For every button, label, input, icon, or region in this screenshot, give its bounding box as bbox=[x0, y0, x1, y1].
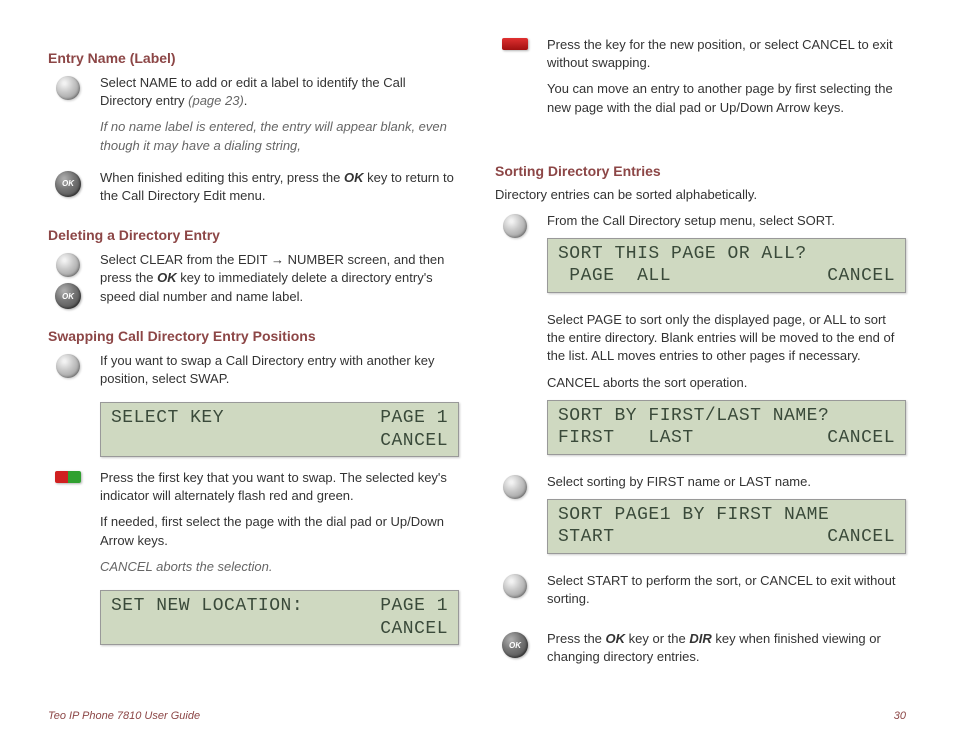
paragraph: If needed, first select the page with th… bbox=[100, 513, 459, 549]
block-ok-finish: OK Press the OK key or the DIR key when … bbox=[495, 630, 906, 674]
block-delete: OK Select CLEAR from the EDIT → NUMBER s… bbox=[48, 251, 459, 314]
lcd-select-key: SELECT KEYPAGE 1 CANCEL bbox=[100, 402, 459, 457]
paragraph: Select CLEAR from the EDIT → NUMBER scre… bbox=[100, 251, 459, 306]
ok-button-icon: OK bbox=[55, 171, 81, 197]
paragraph: When finished editing this entry, press … bbox=[100, 169, 459, 205]
paragraph: Select NAME to add or edit a label to id… bbox=[100, 74, 459, 110]
paragraph: From the Call Directory setup menu, sele… bbox=[547, 212, 906, 230]
block-sort-explain: Select PAGE to sort only the displayed p… bbox=[495, 311, 906, 467]
paragraph: Select PAGE to sort only the displayed p… bbox=[547, 311, 906, 366]
lcd-sort-start: SORT PAGE1 BY FIRST NAME STARTCANCEL bbox=[547, 499, 906, 554]
paragraph: Press the key for the new position, or s… bbox=[547, 36, 906, 72]
softkey-icon bbox=[56, 76, 80, 100]
left-column: Entry Name (Label) Select NAME to add or… bbox=[48, 36, 459, 681]
heading-sorting: Sorting Directory Entries bbox=[495, 163, 906, 179]
block-sort-by-name: Select sorting by FIRST name or LAST nam… bbox=[495, 473, 906, 566]
paragraph: Press the OK key or the DIR key when fin… bbox=[547, 630, 906, 666]
heading-swapping: Swapping Call Directory Entry Positions bbox=[48, 328, 459, 344]
block-swap: If you want to swap a Call Directory ent… bbox=[48, 352, 459, 396]
paragraph: Select START to perform the sort, or CAN… bbox=[547, 572, 906, 608]
heading-entry-name: Entry Name (Label) bbox=[48, 50, 459, 66]
note-paragraph: If no name label is entered, the entry w… bbox=[100, 118, 459, 154]
block-swap-led: Press the first key that you want to swa… bbox=[48, 469, 459, 584]
paragraph: If you want to swap a Call Directory ent… bbox=[100, 352, 459, 388]
heading-deleting: Deleting a Directory Entry bbox=[48, 227, 459, 243]
block-name-select: Select NAME to add or edit a label to id… bbox=[48, 74, 459, 163]
paragraph: CANCEL aborts the sort operation. bbox=[547, 374, 906, 392]
block-new-position: Press the key for the new position, or s… bbox=[495, 36, 906, 125]
block-start-sort: Select START to perform the sort, or CAN… bbox=[495, 572, 906, 616]
softkey-icon bbox=[56, 253, 80, 277]
paragraph: Directory entries can be sorted alphabet… bbox=[495, 187, 906, 202]
led-red-icon bbox=[502, 38, 528, 50]
softkey-icon bbox=[503, 214, 527, 238]
footer-page-number: 30 bbox=[894, 710, 906, 722]
paragraph: You can move an entry to another page by… bbox=[547, 80, 906, 116]
led-redgreen-icon bbox=[55, 471, 81, 483]
right-column: Press the key for the new position, or s… bbox=[495, 36, 906, 681]
softkey-icon bbox=[56, 354, 80, 378]
block-sort-select: From the Call Directory setup menu, sele… bbox=[495, 212, 906, 305]
lcd-sort-firstlast: SORT BY FIRST/LAST NAME? FIRST LASTCANCE… bbox=[547, 400, 906, 455]
softkey-icon bbox=[503, 475, 527, 499]
paragraph: Press the first key that you want to swa… bbox=[100, 469, 459, 505]
ok-button-icon: OK bbox=[502, 632, 528, 658]
lcd-sort-page-all: SORT THIS PAGE OR ALL? PAGE ALLCANCEL bbox=[547, 238, 906, 293]
softkey-icon bbox=[503, 574, 527, 598]
block-ok-return: OK When finished editing this entry, pre… bbox=[48, 169, 459, 213]
paragraph: Select sorting by FIRST name or LAST nam… bbox=[547, 473, 906, 491]
lcd-set-new-location: SET NEW LOCATION:PAGE 1 CANCEL bbox=[100, 590, 459, 645]
ok-button-icon: OK bbox=[55, 283, 81, 309]
page-footer: Teo IP Phone 7810 User Guide 30 bbox=[48, 710, 906, 722]
footer-title: Teo IP Phone 7810 User Guide bbox=[48, 710, 200, 722]
page-content: Entry Name (Label) Select NAME to add or… bbox=[0, 0, 954, 681]
note-paragraph: CANCEL aborts the selection. bbox=[100, 558, 459, 576]
